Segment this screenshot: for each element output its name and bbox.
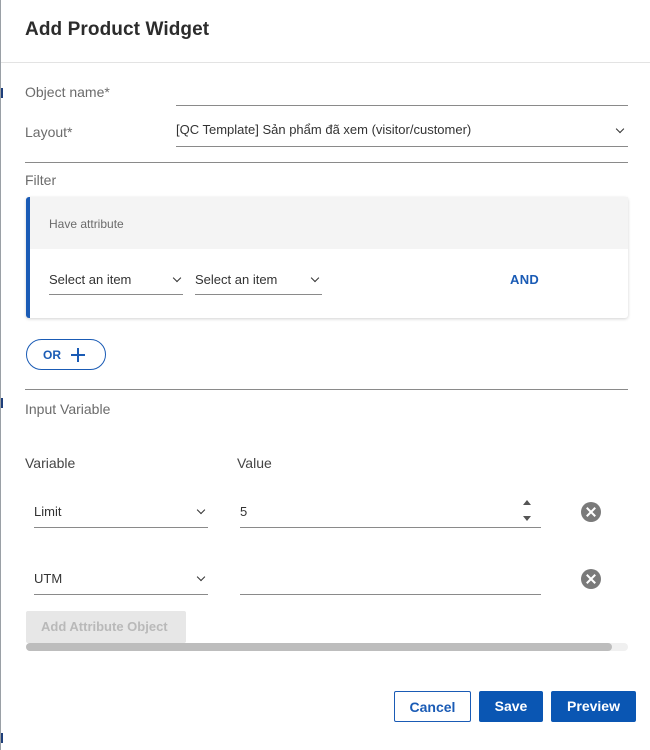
add-attribute-object-button[interactable]: Add Attribute Object	[26, 611, 186, 643]
spinner-up-icon[interactable]	[523, 500, 531, 505]
remove-row-icon[interactable]	[581, 569, 601, 589]
add-or-group-button[interactable]: OR	[26, 339, 106, 370]
horizontal-scrollbar[interactable]	[26, 643, 628, 651]
add-product-widget-dialog: Add Product Widget Object name* Layout* …	[0, 0, 650, 750]
object-name-label: Object name*	[25, 84, 110, 100]
variable-select-value: UTM	[34, 571, 63, 586]
value-input-text: 5	[240, 504, 248, 519]
chevron-down-icon	[615, 124, 625, 134]
filter-section-label: Filter	[25, 172, 57, 188]
save-button-label: Save	[494, 698, 528, 714]
object-name-underline	[176, 105, 628, 106]
or-button-label: OR	[43, 348, 61, 362]
save-button[interactable]: Save	[479, 691, 543, 722]
chevron-down-icon	[310, 273, 320, 283]
value-column-header: Value	[237, 455, 272, 471]
object-name-input[interactable]	[176, 80, 628, 106]
filter-group-header: Have attribute	[30, 197, 628, 249]
number-spinner[interactable]	[521, 499, 533, 525]
chevron-down-icon	[196, 505, 206, 515]
filter-select-1-value: Select an item	[49, 272, 132, 287]
layout-label: Layout*	[25, 124, 73, 140]
variable-select-row-1[interactable]: Limit	[34, 496, 208, 527]
value-input-row-2[interactable]	[240, 563, 541, 594]
layout-select-value: [QC Template] Sản phẩm đã xem (visitor/c…	[176, 122, 472, 137]
filter-select-2-underline	[195, 294, 322, 295]
value-input-underline	[240, 594, 541, 595]
preview-button[interactable]: Preview	[551, 691, 636, 722]
variable-column-header: Variable	[25, 455, 76, 471]
plus-icon	[69, 346, 87, 364]
variable-select-value: Limit	[34, 504, 62, 519]
preview-button-label: Preview	[567, 698, 620, 714]
remove-row-icon[interactable]	[581, 502, 601, 522]
chevron-down-icon	[196, 572, 206, 582]
chevron-down-icon	[172, 273, 182, 283]
section-divider	[25, 389, 628, 390]
variable-select-row-2[interactable]: UTM	[34, 563, 208, 594]
value-input-underline	[240, 527, 541, 528]
variable-select-underline	[34, 527, 208, 528]
add-attribute-object-label: Add Attribute Object	[41, 619, 168, 634]
title-divider	[1, 62, 650, 63]
variable-select-underline	[34, 594, 208, 595]
layout-select[interactable]: [QC Template] Sản phẩm đã xem (visitor/c…	[176, 116, 628, 146]
filter-select-1-underline	[49, 294, 183, 295]
filter-select-2-value: Select an item	[195, 272, 278, 287]
filter-group-card: Have attribute Select an item Select an …	[26, 197, 628, 318]
dialog-title: Add Product Widget	[25, 19, 210, 40]
filter-select-1[interactable]: Select an item	[49, 265, 183, 295]
and-button[interactable]: AND	[510, 272, 539, 287]
layout-underline	[176, 146, 628, 147]
value-input-row-1[interactable]: 5	[240, 496, 518, 527]
spinner-down-icon[interactable]	[523, 516, 531, 521]
filter-select-2[interactable]: Select an item	[195, 265, 322, 295]
scrollbar-thumb[interactable]	[26, 643, 612, 651]
filter-group-title: Have attribute	[49, 217, 124, 231]
cancel-button-label: Cancel	[409, 699, 456, 715]
input-variable-section-label: Input Variable	[25, 401, 111, 417]
section-divider	[25, 162, 628, 163]
cancel-button[interactable]: Cancel	[394, 691, 471, 722]
